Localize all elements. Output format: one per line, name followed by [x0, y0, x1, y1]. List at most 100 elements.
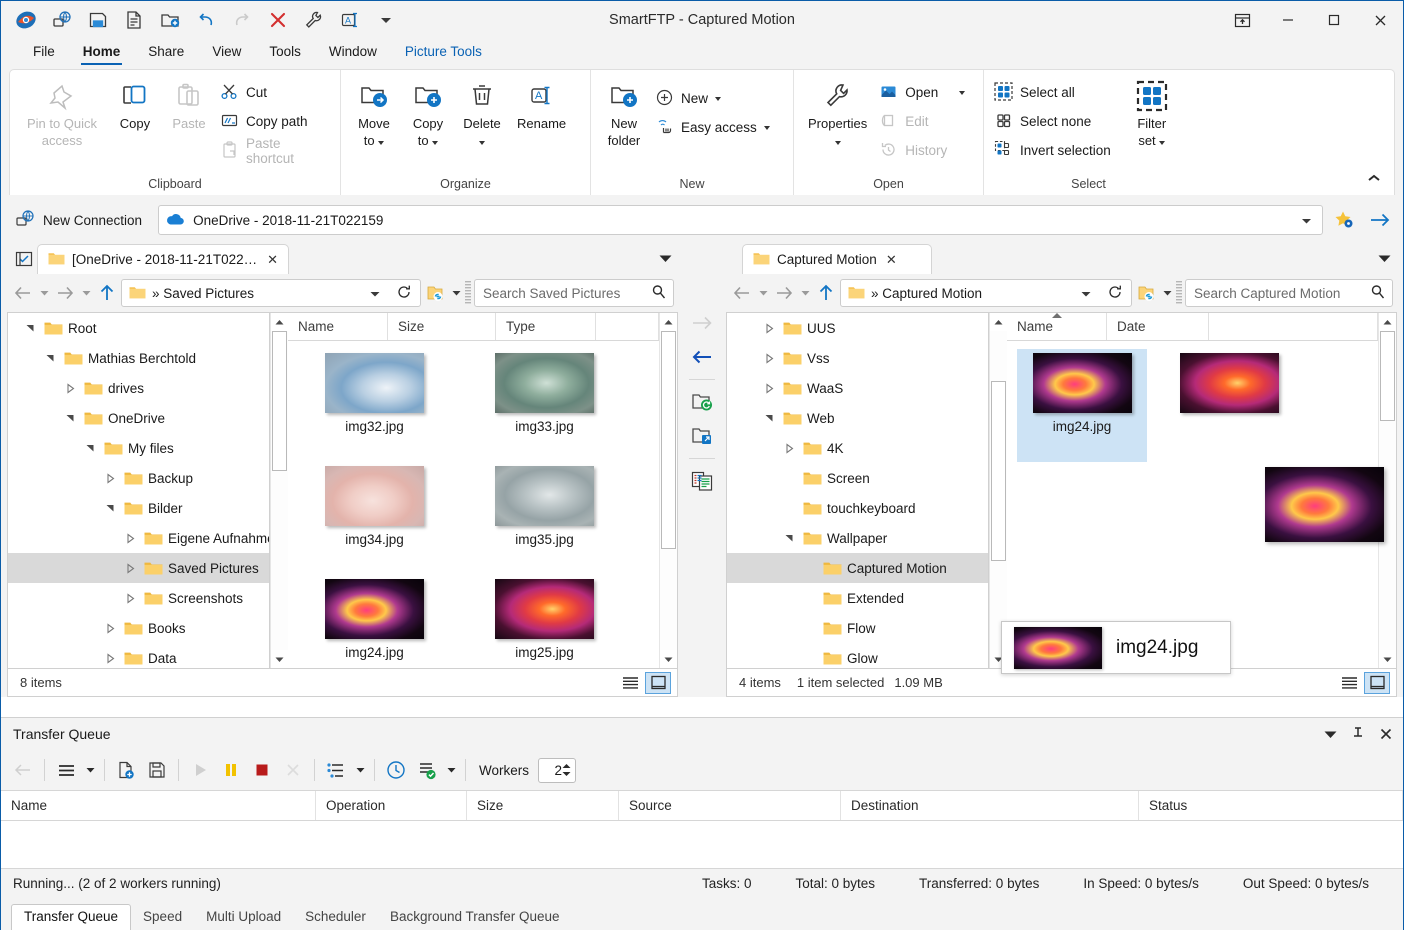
select-none-button[interactable]: Select none: [990, 107, 1119, 136]
tree-expander-icon[interactable]: [101, 653, 119, 664]
ribbon-display-options-button[interactable]: [1219, 1, 1265, 39]
tree-item-touchkeyboard[interactable]: touchkeyboard: [727, 493, 988, 523]
stepper-arrows[interactable]: [562, 763, 571, 777]
menu-tab-view[interactable]: View: [198, 41, 255, 65]
file-item[interactable]: img32.jpg: [298, 349, 451, 462]
tree-item-drives[interactable]: drives: [8, 373, 269, 403]
cut-button[interactable]: Cut: [216, 78, 334, 107]
left-path-box[interactable]: » Saved Pictures: [121, 279, 421, 307]
left-search-input[interactable]: Search Saved Pictures: [474, 279, 674, 307]
clock-icon[interactable]: [382, 756, 410, 784]
app-logo-icon[interactable]: [11, 6, 41, 34]
cancel-x-icon[interactable]: [279, 756, 307, 784]
tree-item-backup[interactable]: Backup: [8, 463, 269, 493]
rename-button[interactable]: A Rename: [509, 76, 574, 133]
chevron-down-icon[interactable]: [1301, 213, 1316, 228]
link-folder-icon[interactable]: [1134, 279, 1158, 307]
forward-button[interactable]: [53, 279, 77, 307]
column-header-name[interactable]: Name: [288, 313, 388, 340]
left-folder-tab[interactable]: [OneDrive - 2018-11-21T022159]... ✕: [37, 244, 289, 274]
chevron-down-icon[interactable]: [364, 286, 386, 301]
pause-icon[interactable]: [217, 756, 245, 784]
tab-multi-upload[interactable]: Multi Upload: [194, 905, 293, 930]
scroll-up-icon[interactable]: [660, 313, 677, 331]
properties-button[interactable]: Properties: [800, 76, 875, 150]
tab-transfer-queue[interactable]: Transfer Queue: [11, 904, 131, 930]
tq-column-name[interactable]: Name: [1, 791, 316, 820]
column-header-date[interactable]: Date: [1107, 313, 1209, 340]
tools-icon[interactable]: [299, 6, 329, 34]
left-tree-scrollbar[interactable]: [270, 313, 288, 668]
search-icon[interactable]: [651, 284, 667, 303]
close-button[interactable]: [1357, 1, 1403, 39]
forward-button[interactable]: [772, 279, 796, 307]
workers-stepper[interactable]: 2: [538, 758, 576, 783]
scroll-track[interactable]: [990, 331, 1007, 650]
tree-item-flow[interactable]: Flow: [727, 613, 988, 643]
pin-to-quick-access-button[interactable]: Pin to Quick access: [16, 76, 108, 150]
tab-background-transfer-queue[interactable]: Background Transfer Queue: [378, 905, 572, 930]
file-item[interactable]: img34.jpg: [298, 462, 451, 575]
refresh-icon[interactable]: [1103, 284, 1127, 303]
column-header-blank[interactable]: [596, 313, 659, 340]
file-item[interactable]: [1164, 349, 1294, 462]
favorites-star-icon[interactable]: [1329, 205, 1359, 235]
tree-item-bilder[interactable]: Bilder: [8, 493, 269, 523]
forward-history-dropdown[interactable]: [79, 279, 93, 307]
qat-overflow-icon[interactable]: [371, 6, 401, 34]
link-folder-dropdown[interactable]: [1160, 279, 1174, 307]
tree-expander-icon[interactable]: [760, 413, 778, 424]
tree-expander-icon[interactable]: [81, 443, 99, 454]
scroll-down-icon[interactable]: [1379, 650, 1396, 668]
tree-expander-icon[interactable]: [121, 563, 139, 574]
close-red-icon[interactable]: [263, 6, 293, 34]
menu-tab-home[interactable]: Home: [69, 41, 135, 65]
checked-list-icon[interactable]: [413, 756, 441, 784]
tree-item-4k[interactable]: 4K: [727, 433, 988, 463]
tree-expander-icon[interactable]: [760, 323, 778, 334]
menu-tab-window[interactable]: Window: [315, 41, 391, 65]
tree-expander-icon[interactable]: [780, 443, 798, 454]
tree-item-saved-pictures[interactable]: Saved Pictures: [8, 553, 269, 583]
menu-tab-picture-tools[interactable]: Picture Tools: [391, 41, 496, 65]
move-to-button[interactable]: Move to: [347, 76, 401, 150]
tree-item-uus[interactable]: UUS: [727, 313, 988, 343]
left-list-scrollbar[interactable]: [659, 313, 677, 668]
tree-item-my-files[interactable]: My files: [8, 433, 269, 463]
tree-expander-icon[interactable]: [101, 473, 119, 484]
tree-item-onedrive[interactable]: OneDrive: [8, 403, 269, 433]
edit-button[interactable]: Edit: [875, 107, 973, 136]
new-folder-icon[interactable]: [155, 6, 185, 34]
thumbnails-view-button[interactable]: [1364, 672, 1390, 694]
tree-expander-icon[interactable]: [61, 383, 79, 394]
tree-item-waas[interactable]: WaaS: [727, 373, 988, 403]
details-view-button[interactable]: [1336, 672, 1362, 694]
transfer-right-icon[interactable]: [686, 306, 718, 340]
scroll-up-icon[interactable]: [271, 313, 288, 331]
scroll-track[interactable]: [271, 331, 288, 650]
go-arrow-icon[interactable]: [1365, 205, 1395, 235]
tree-item-books[interactable]: Books: [8, 613, 269, 643]
scroll-down-icon[interactable]: [660, 650, 677, 668]
tree-expander-icon[interactable]: [21, 323, 39, 334]
tree-item-root[interactable]: Root: [8, 313, 269, 343]
new-folder-button[interactable]: New folder: [597, 76, 651, 150]
tree-expander-icon[interactable]: [760, 353, 778, 364]
file-item[interactable]: img25.jpg: [468, 575, 621, 668]
tree-item-data[interactable]: Data: [8, 643, 269, 668]
right-path-box[interactable]: » Captured Motion: [840, 279, 1132, 307]
tree-item-wallpaper[interactable]: Wallpaper: [727, 523, 988, 553]
ribbon-collapse-button[interactable]: [1362, 167, 1386, 189]
right-tab-close-icon[interactable]: ✕: [884, 252, 899, 268]
tq-column-size[interactable]: Size: [467, 791, 619, 820]
tree-item-glow[interactable]: Glow: [727, 643, 988, 668]
tree-expander-icon[interactable]: [41, 353, 59, 364]
queue-list-dropdown[interactable]: [353, 756, 367, 784]
tree-expander-icon[interactable]: [780, 533, 798, 544]
link-folder-icon[interactable]: [423, 279, 447, 307]
tree-expander-icon[interactable]: [101, 503, 119, 514]
scroll-down-icon[interactable]: [271, 650, 288, 668]
rename-icon[interactable]: A: [335, 6, 365, 34]
left-tab-tool-icon[interactable]: [11, 246, 37, 272]
tree-item-screenshots[interactable]: Screenshots: [8, 583, 269, 613]
